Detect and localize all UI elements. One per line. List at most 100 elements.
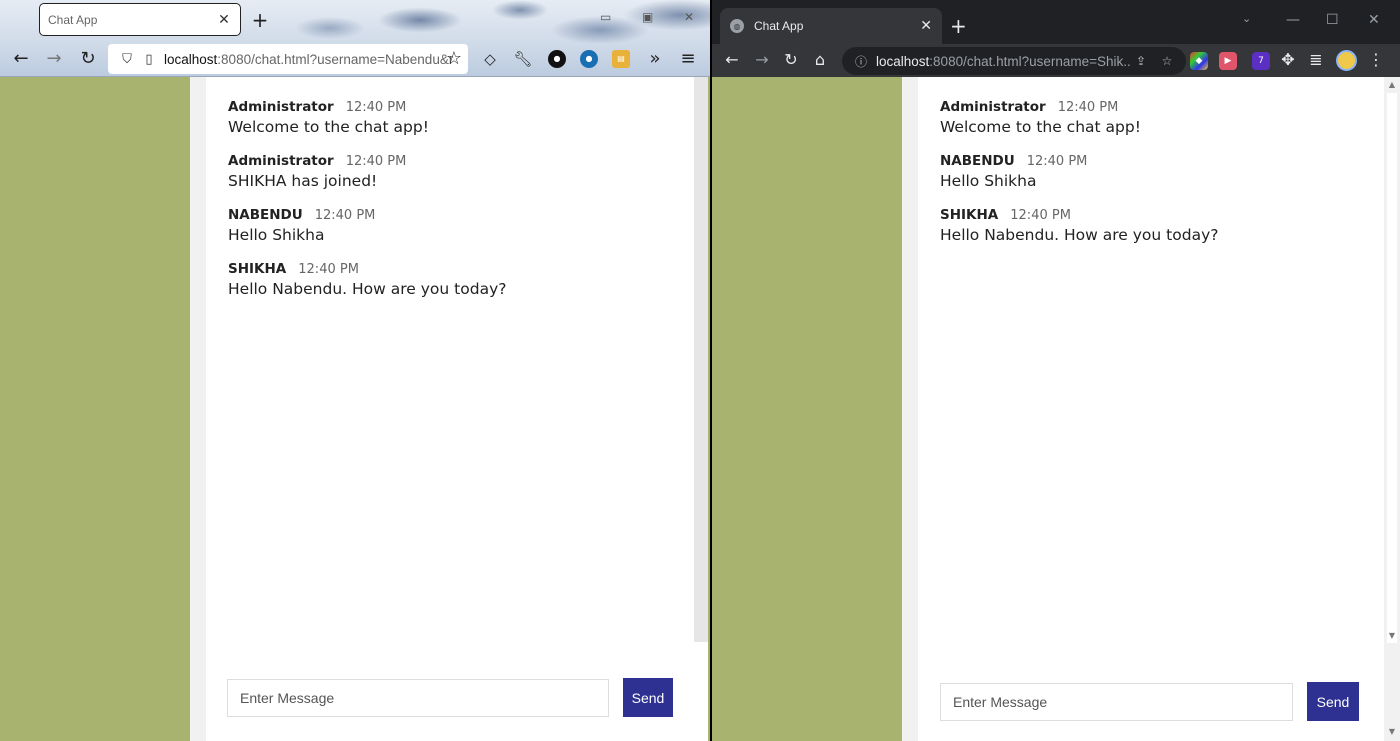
bookmark-star-icon[interactable]: ☆ <box>442 47 466 71</box>
forward-icon[interactable]: → <box>750 48 774 72</box>
pocket-icon[interactable]: ◇ <box>478 47 502 71</box>
url-host: localhost <box>164 51 218 67</box>
tab-chat-app[interactable]: Chat App ✕ <box>39 3 241 36</box>
globe-favicon-icon: ◍ <box>730 19 744 33</box>
message-text: SHIKHA has joined! <box>228 172 378 190</box>
tab-chat-app[interactable]: ◍ Chat App ✕ <box>720 8 942 44</box>
message-item: SHIKHA 12:40 PM Hello Nabendu. How are yo… <box>940 207 1218 244</box>
message-text: Hello Shikha <box>940 172 1037 190</box>
extension-icon[interactable]: ● <box>548 50 566 68</box>
tab-search-chevron-icon[interactable]: ⌄ <box>1242 12 1251 25</box>
message-text: Welcome to the chat app! <box>228 118 429 136</box>
forward-icon[interactable]: → <box>42 47 66 71</box>
message-text: Hello Shikha <box>228 226 325 244</box>
minimize-icon[interactable]: ▭ <box>600 10 611 24</box>
page-info-icon[interactable]: ▯ <box>138 52 160 67</box>
badge-extension-icon[interactable]: 7 <box>1252 52 1270 70</box>
message-author: Administrator <box>228 99 334 115</box>
message-time: 12:40 PM <box>1026 154 1088 169</box>
video-extension-icon[interactable]: ▶ <box>1219 52 1237 70</box>
message-time: 12:40 PM <box>345 154 407 169</box>
close-tab-icon[interactable]: ✕ <box>920 18 932 34</box>
extension-badge-count: 7 <box>1258 56 1264 66</box>
scrollbar-thumb[interactable] <box>1387 93 1397 643</box>
message-author: NABENDU <box>940 153 1015 169</box>
message-scrollbar[interactable] <box>694 77 708 642</box>
page-content: Administrator 12:40 PM Welcome to the cha… <box>712 77 1400 741</box>
message-area: Administrator 12:40 PM Welcome to the cha… <box>206 77 694 642</box>
reload-icon[interactable]: ↻ <box>76 47 100 71</box>
firefox-toolbar: ← → ↻ ⛉ ▯ localhost:8080/chat.html?usern… <box>0 41 710 77</box>
message-text: Welcome to the chat app! <box>940 118 1141 136</box>
kebab-menu-icon[interactable]: ⋮ <box>1364 48 1388 72</box>
hamburger-menu-icon[interactable]: ≡ <box>676 47 700 71</box>
firefox-titlebar: Chat App ✕ + ▭ ▣ ✕ ← → ↻ ⛉ ▯ localhost:8… <box>0 0 710 77</box>
message-author: SHIKHA <box>228 261 287 277</box>
share-icon[interactable]: ⇪ <box>1132 54 1150 68</box>
message-composer: Send <box>940 682 1359 721</box>
chrome-window: ◍ Chat App ✕ + ⌄ — ☐ ✕ ← → ↻ ⌂ ⓘ localho… <box>712 0 1400 741</box>
address-bar[interactable]: ⛉ ▯ localhost:8080/chat.html?username=Na… <box>108 44 468 74</box>
message-author: Administrator <box>228 153 334 169</box>
chat-sidebar-gutter <box>902 77 918 741</box>
shield-icon[interactable]: ⛉ <box>116 52 138 67</box>
maximize-icon[interactable]: ☐ <box>1326 12 1339 28</box>
url-path: :8080/chat.html?username=Nabendu&r <box>217 51 454 67</box>
message-item: SHIKHA 12:40 PM Hello Nabendu. How are yo… <box>228 261 506 298</box>
minimize-icon[interactable]: — <box>1286 12 1300 28</box>
url-text: localhost:8080/chat.html?username=Nabend… <box>164 52 460 67</box>
message-time: 12:40 PM <box>1010 208 1071 223</box>
chart-extension-icon[interactable]: ▤ <box>612 50 630 68</box>
scroll-up-arrow-icon[interactable]: ▲ <box>1384 80 1400 89</box>
message-time: 12:40 PM <box>298 262 359 277</box>
chrome-toolbar: ← → ↻ ⌂ ⓘ localhost:8080/chat.html?usern… <box>712 44 1400 77</box>
color-extension-icon[interactable]: ◆ <box>1190 52 1208 70</box>
message-text: Hello Nabendu. How are you today? <box>940 226 1219 244</box>
page-scrollbar[interactable]: ▲ ▼ ▼ <box>1384 77 1400 741</box>
chrome-tabstrip: ◍ Chat App ✕ + ⌄ — ☐ ✕ <box>712 0 1400 44</box>
message-list: Administrator 12:40 PM Welcome to the cha… <box>940 99 1218 261</box>
wrench-icon[interactable]: 🔧︎ <box>511 47 535 71</box>
message-item: NABENDU 12:40 PM Hello Shikha <box>940 153 1218 190</box>
back-icon[interactable]: ← <box>720 48 744 72</box>
url-host: localhost <box>876 53 930 69</box>
page-scroll-down-arrow-icon[interactable]: ▼ <box>1384 727 1400 736</box>
message-time: 12:40 PM <box>1057 100 1119 115</box>
send-button[interactable]: Send <box>1307 682 1359 721</box>
puzzle-extensions-icon[interactable]: ✥ <box>1276 48 1300 72</box>
reading-list-icon[interactable]: ≣ <box>1304 48 1328 72</box>
message-composer: Send <box>227 678 673 717</box>
message-item: NABENDU 12:40 PM Hello Shikha <box>228 207 506 244</box>
firefox-window: Chat App ✕ + ▭ ▣ ✕ ← → ↻ ⛉ ▯ localhost:8… <box>0 0 710 741</box>
message-input[interactable] <box>940 682 1293 721</box>
send-button[interactable]: Send <box>623 678 673 717</box>
url-text: localhost:8080/chat.html?username=Shik..… <box>876 54 1132 69</box>
chat-sidebar-gutter <box>190 77 206 741</box>
site-info-icon[interactable]: ⓘ <box>852 53 870 70</box>
maximize-icon[interactable]: ▣ <box>642 10 653 24</box>
message-author: NABENDU <box>228 207 303 223</box>
back-icon[interactable]: ← <box>9 47 33 71</box>
message-item: Administrator 12:40 PM Welcome to the cha… <box>940 99 1218 136</box>
message-input[interactable] <box>227 678 609 717</box>
globe-extension-icon[interactable]: ● <box>580 50 598 68</box>
window-close-icon[interactable]: ✕ <box>684 10 694 24</box>
close-tab-icon[interactable]: ✕ <box>216 12 232 28</box>
address-bar[interactable]: ⓘ localhost:8080/chat.html?username=Shik… <box>842 47 1186 75</box>
reload-icon[interactable]: ↻ <box>779 48 803 72</box>
message-author: SHIKHA <box>940 207 999 223</box>
message-time: 12:40 PM <box>345 100 407 115</box>
home-icon[interactable]: ⌂ <box>808 48 832 72</box>
new-tab-icon[interactable]: + <box>250 8 270 32</box>
tab-title: Chat App <box>754 19 804 33</box>
window-close-icon[interactable]: ✕ <box>1368 12 1380 28</box>
overflow-chevrons-icon[interactable]: » <box>643 47 667 71</box>
message-time: 12:40 PM <box>314 208 376 223</box>
message-area: Administrator 12:40 PM Welcome to the cha… <box>918 77 1384 645</box>
profile-avatar[interactable] <box>1336 50 1357 71</box>
bookmark-star-icon[interactable]: ☆ <box>1158 54 1176 68</box>
new-tab-icon[interactable]: + <box>950 14 967 38</box>
message-author: Administrator <box>940 99 1046 115</box>
page-content: Administrator 12:40 PM Welcome to the cha… <box>0 77 710 741</box>
scroll-down-arrow-icon[interactable]: ▼ <box>1384 631 1400 640</box>
